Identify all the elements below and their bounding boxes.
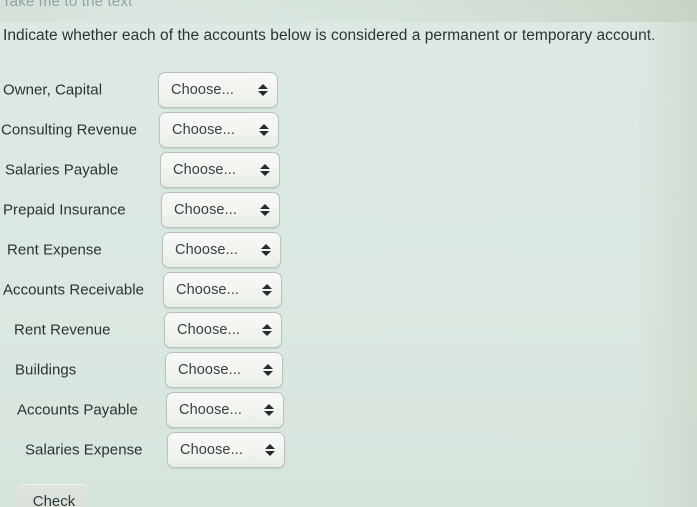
updown-chevron-icon [264, 442, 275, 458]
account-type-select[interactable]: Choose... [165, 352, 283, 388]
account-row: Rent Revenue Choose... [0, 310, 697, 350]
updown-chevron-icon [258, 122, 269, 138]
account-type-select[interactable]: Choose... [166, 392, 284, 428]
updown-chevron-icon [257, 82, 268, 98]
account-row: Buildings Choose... [0, 350, 697, 390]
account-name-label: Buildings [15, 361, 77, 379]
question-prompt: Indicate whether each of the accounts be… [3, 27, 656, 44]
account-type-select[interactable]: Choose... [167, 432, 285, 468]
account-type-select-value: Choose... [171, 82, 234, 98]
updown-chevron-icon [260, 242, 271, 258]
account-name-label: Accounts Receivable [3, 281, 145, 299]
account-name-label: Rent Revenue [14, 321, 111, 339]
account-type-select-value: Choose... [178, 362, 241, 378]
account-type-select-value: Choose... [172, 122, 235, 138]
account-type-select[interactable]: Choose... [162, 232, 281, 268]
updown-chevron-icon [259, 202, 270, 218]
account-row: Prepaid Insurance Choose... [0, 190, 697, 230]
account-type-select-value: Choose... [173, 162, 236, 178]
account-type-select-value: Choose... [176, 282, 239, 298]
account-row: Accounts Receivable Choose... [0, 270, 697, 310]
account-type-select-value: Choose... [179, 402, 242, 418]
account-name-label: Consulting Revenue [1, 121, 137, 139]
account-type-select[interactable]: Choose... [164, 312, 282, 348]
account-type-select-value: Choose... [180, 442, 243, 458]
account-type-select[interactable]: Choose... [159, 112, 279, 148]
account-row: Owner, Capital Choose... [0, 70, 697, 110]
account-type-select-value: Choose... [174, 202, 237, 218]
updown-chevron-icon [263, 402, 274, 418]
account-name-label: Accounts Payable [17, 401, 138, 419]
account-name-label: Rent Expense [7, 241, 102, 259]
account-row: Consulting Revenue Choose... [0, 110, 697, 150]
updown-chevron-icon [259, 162, 270, 178]
account-type-select[interactable]: Choose... [163, 272, 282, 308]
account-type-select-value: Choose... [175, 242, 238, 258]
account-name-label: Owner, Capital [3, 81, 103, 99]
account-row: Rent Expense Choose... [0, 230, 697, 270]
account-row: Accounts Payable Choose... [0, 390, 697, 430]
check-button[interactable]: Check [19, 484, 89, 507]
account-type-select[interactable]: Choose... [161, 192, 280, 228]
account-name-label: Salaries Expense [25, 441, 143, 459]
account-type-select[interactable]: Choose... [160, 152, 280, 188]
account-type-select[interactable]: Choose... [158, 72, 278, 108]
account-rows-list: Owner, Capital Choose... Consulting Revenu… [0, 70, 697, 470]
updown-chevron-icon [261, 282, 272, 298]
account-name-label: Salaries Payable [5, 161, 119, 179]
quiz-screen: Take me to the text Indicate whether eac… [0, 0, 697, 507]
account-name-label: Prepaid Insurance [3, 201, 126, 219]
account-row: Salaries Expense Choose... [0, 430, 697, 470]
updown-chevron-icon [261, 322, 272, 338]
account-row: Salaries Payable Choose... [0, 150, 697, 190]
updown-chevron-icon [262, 362, 273, 378]
cut-off-header-text: Take me to the text [2, 0, 133, 10]
account-type-select-value: Choose... [177, 322, 240, 338]
